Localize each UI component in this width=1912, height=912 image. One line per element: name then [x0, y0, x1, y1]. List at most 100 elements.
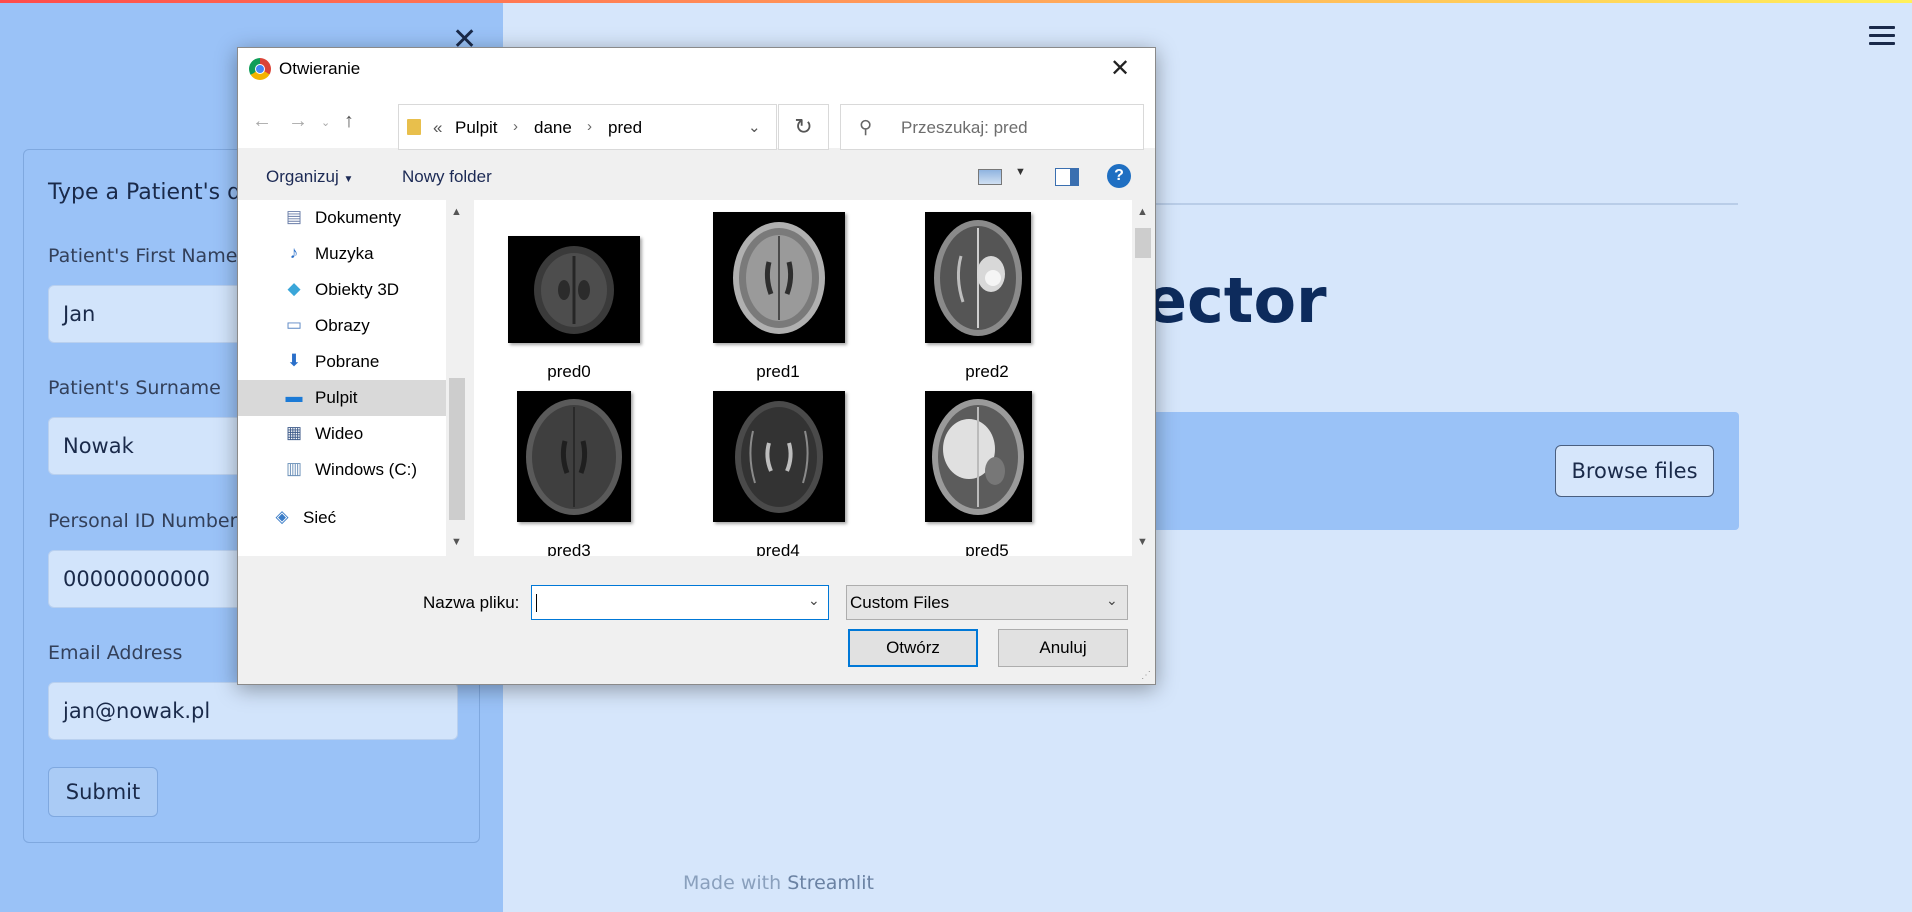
- cancel-button[interactable]: Anuluj: [998, 629, 1128, 667]
- folder-icon: [407, 119, 421, 135]
- browse-files-button[interactable]: Browse files: [1555, 445, 1714, 497]
- file-name: pred5: [965, 541, 1009, 556]
- search-placeholder: Przeszukaj: pred: [901, 118, 1028, 137]
- desktop-icon: ▬: [285, 387, 303, 406]
- file-item-pred0[interactable]: pred0: [474, 212, 664, 382]
- address-dropdown-icon[interactable]: ⌄: [748, 118, 761, 136]
- breadcrumb-separator-icon: ›: [587, 118, 592, 135]
- breadcrumb-overflow[interactable]: «: [433, 118, 442, 138]
- first-name-label: Patient's First Name: [48, 245, 238, 267]
- tree-label: Obrazy: [315, 316, 370, 335]
- file-thumbnail: [713, 212, 845, 343]
- tree-label: Dokumenty: [315, 208, 401, 227]
- tree-item-pobrane[interactable]: ⬇ Pobrane: [238, 344, 446, 380]
- email-input[interactable]: jan@nowak.pl: [48, 682, 458, 740]
- tree-item-dokumenty[interactable]: ▤ Dokumenty: [238, 200, 446, 236]
- downloads-icon: ⬇: [286, 351, 302, 370]
- file-item-pred5[interactable]: pred5: [892, 391, 1082, 556]
- documents-icon: ▤: [285, 207, 303, 226]
- file-item-pred4[interactable]: pred4: [683, 391, 873, 556]
- dialog-toolbar: Organizuj ▼ Nowy folder ▼ ?: [238, 152, 1155, 200]
- breadcrumb-dane[interactable]: dane: [534, 118, 572, 138]
- scroll-down-icon[interactable]: ▼: [451, 536, 462, 548]
- search-box[interactable]: ⚲ Przeszukaj: pred: [840, 104, 1144, 150]
- scrollbar-thumb[interactable]: [1135, 228, 1151, 258]
- file-item-pred1[interactable]: pred1: [683, 212, 873, 382]
- brain-scan-image: [733, 222, 825, 334]
- tree-label: Pulpit: [315, 388, 358, 407]
- help-icon[interactable]: ?: [1107, 164, 1131, 188]
- file-item-pred3[interactable]: pred3: [474, 391, 664, 556]
- tree-item-siec[interactable]: ◈ Sieć: [238, 500, 446, 536]
- open-button[interactable]: Otwórz: [848, 629, 978, 667]
- text-caret: [536, 594, 537, 612]
- search-icon: ⚲: [859, 117, 873, 137]
- footer: Made with Streamlit: [683, 872, 874, 894]
- tree-item-windows-c[interactable]: ▥ Windows (C:): [238, 452, 446, 488]
- filename-label: Nazwa pliku:: [423, 593, 520, 612]
- dialog-close-icon[interactable]: ✕: [1110, 54, 1130, 83]
- dropdown-arrow-icon: ▼: [343, 174, 354, 185]
- resize-grip-icon[interactable]: ⋰: [1141, 670, 1151, 681]
- file-name: pred0: [547, 362, 591, 381]
- file-list: pred0 pred1 pred2 pred3 pred4 pred5: [474, 200, 1132, 556]
- breadcrumb-pred[interactable]: pred: [608, 118, 642, 138]
- objects-3d-icon: ◆: [287, 279, 301, 298]
- scroll-up-icon[interactable]: ▲: [1137, 206, 1148, 218]
- tree-label: Wideo: [315, 424, 364, 443]
- navigation-bar: ← → ⌄ ↑ « Pulpit › dane › pred ⌄ ↻ ⚲ Prz…: [238, 88, 1155, 150]
- refresh-icon[interactable]: ↻: [778, 104, 829, 150]
- breadcrumb-separator-icon: ›: [513, 118, 518, 135]
- scrollbar-thumb[interactable]: [449, 378, 465, 520]
- new-folder-button[interactable]: Nowy folder: [402, 167, 492, 187]
- tree-item-obrazy[interactable]: ▭ Obrazy: [238, 308, 446, 344]
- file-item-pred2[interactable]: pred2: [892, 212, 1082, 382]
- file-name: pred1: [756, 362, 800, 381]
- tree-label: Pobrane: [315, 352, 380, 371]
- brain-scan-image: [932, 399, 1024, 515]
- scroll-down-icon[interactable]: ▼: [1137, 536, 1148, 548]
- chevron-down-icon[interactable]: ⌄: [808, 592, 820, 609]
- music-icon: ♪: [289, 243, 299, 262]
- view-dropdown-icon[interactable]: ▼: [1015, 166, 1026, 178]
- network-icon: ◈: [275, 507, 289, 526]
- video-icon: ▦: [285, 423, 303, 442]
- scroll-up-icon[interactable]: ▲: [451, 206, 462, 218]
- breadcrumb-pulpit[interactable]: Pulpit: [455, 118, 498, 138]
- back-arrow-icon[interactable]: ←: [252, 110, 272, 133]
- address-bar[interactable]: « Pulpit › dane › pred ⌄: [398, 104, 777, 150]
- navigation-tree: ▤ Dokumenty ♪ Muzyka ◆ Obiekty 3D ▭ Obra…: [238, 200, 446, 556]
- tree-item-muzyka[interactable]: ♪ Muzyka: [238, 236, 446, 272]
- surname-label: Patient's Surname: [48, 377, 221, 399]
- preview-pane-icon[interactable]: [1055, 168, 1079, 186]
- file-list-scrollbar[interactable]: ▲ ▼: [1132, 200, 1154, 556]
- submit-button[interactable]: Submit: [48, 767, 158, 817]
- recent-locations-chevron-icon[interactable]: ⌄: [321, 116, 330, 129]
- personal-id-label: Personal ID Number: [48, 510, 238, 532]
- filename-input[interactable]: ⌄: [531, 585, 829, 620]
- file-thumbnail: [925, 391, 1032, 522]
- file-thumbnail: [713, 391, 845, 522]
- brain-scan-image: [534, 246, 614, 334]
- view-mode-icon[interactable]: [978, 169, 1002, 185]
- forward-arrow-icon[interactable]: →: [288, 110, 308, 133]
- email-label: Email Address: [48, 642, 183, 664]
- tree-item-obiekty-3d[interactable]: ◆ Obiekty 3D: [238, 272, 446, 308]
- up-arrow-icon[interactable]: ↑: [344, 110, 354, 133]
- streamlit-link[interactable]: Streamlit: [787, 872, 874, 894]
- file-name: pred4: [756, 541, 800, 556]
- tree-item-wideo[interactable]: ▦ Wideo: [238, 416, 446, 452]
- brain-scan-image: [934, 220, 1022, 336]
- tree-label: Obiekty 3D: [315, 280, 400, 299]
- tree-scrollbar[interactable]: ▲ ▼: [446, 200, 468, 556]
- footer-prefix: Made with: [683, 872, 782, 894]
- organize-label: Organizuj: [266, 167, 339, 186]
- menu-icon[interactable]: [1869, 26, 1895, 46]
- file-thumbnail: [925, 212, 1031, 343]
- tree-label: Muzyka: [315, 244, 374, 263]
- file-type-select[interactable]: Custom Files ⌄: [846, 585, 1128, 620]
- file-name: pred2: [965, 362, 1009, 381]
- organize-menu[interactable]: Organizuj ▼: [266, 167, 353, 187]
- tree-item-pulpit[interactable]: ▬ Pulpit: [238, 380, 446, 416]
- tree-label: Sieć: [303, 508, 337, 527]
